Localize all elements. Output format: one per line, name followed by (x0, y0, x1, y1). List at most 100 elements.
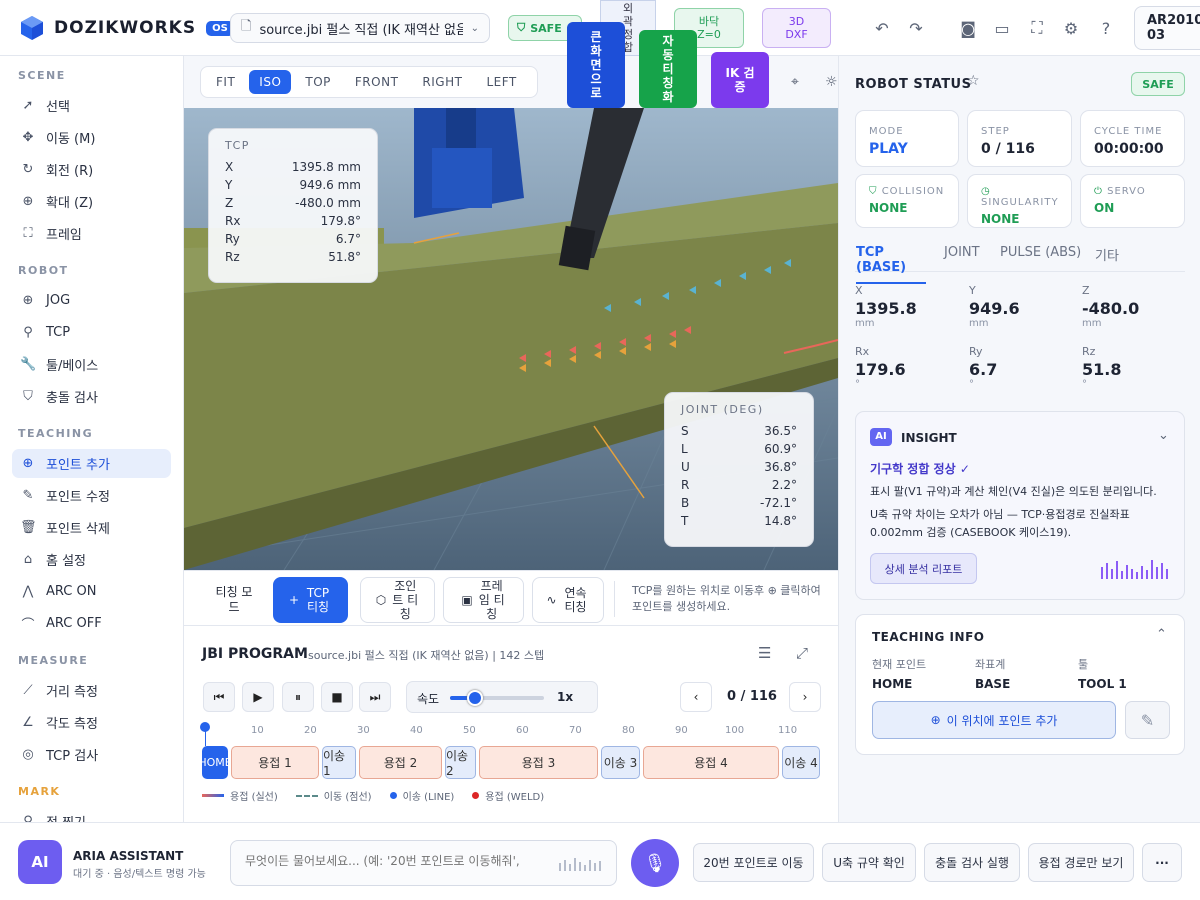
view-fit[interactable]: FIT (206, 70, 245, 94)
step-forward-button[interactable]: ⏭ (359, 682, 391, 712)
joint-row: U 36.8° (681, 458, 797, 476)
tab-pulse[interactable]: PULSE (ABS) (1000, 245, 1081, 260)
shield-check-icon: ⛉ (23, 389, 33, 404)
section-scene: SCENE (18, 69, 66, 82)
sidebar-item-tool-base[interactable]: 🔧 툴/베이스 (12, 350, 171, 379)
crosshair-icon[interactable]: ⌖ (791, 74, 799, 90)
sidebar-item-collision[interactable]: ⛉ 충돌 검사 (12, 382, 171, 411)
divider (614, 581, 615, 617)
view-left[interactable]: LEFT (476, 70, 526, 94)
edit-button[interactable]: ✎ (1125, 701, 1170, 739)
joint-teach-button[interactable]: ⬡ 조인트 티칭 (360, 577, 435, 623)
view-iso[interactable]: ISO (249, 70, 292, 94)
video-icon[interactable]: ▭ (989, 15, 1015, 41)
segment-weld-1[interactable]: 용접 1 (231, 746, 319, 779)
large-screen-button[interactable]: 큰화면으로 (567, 22, 625, 108)
expand-icon[interactable]: ⤢ (796, 644, 808, 662)
continuous-teach-button[interactable]: ∿ 연속 티칭 (532, 577, 604, 623)
tab-other[interactable]: 기타 (1095, 245, 1119, 264)
help-icon[interactable]: ? (1093, 15, 1119, 41)
stop-button[interactable]: ■ (321, 682, 353, 712)
segment-move-3[interactable]: 이송 3 (601, 746, 640, 779)
tcp-value: 6.7° (335, 232, 361, 246)
add-point-here-button[interactable]: ⊕ 이 위치에 포인트 추가 (872, 701, 1116, 739)
segment-move-2[interactable]: 이송 2 (445, 746, 476, 779)
sidebar-item-tcp[interactable]: ⚲ TCP (12, 318, 171, 347)
play-button[interactable]: ▶ (242, 682, 274, 712)
sidebar-item-distance[interactable]: ⟋ 거리 측정 (12, 676, 171, 705)
insight-card: AI INSIGHT ⌄ 기구학 정합 정상 ✓ 표시 팔(V1 규약)과 계산… (855, 411, 1185, 600)
sidebar-item-select[interactable]: ➚ 선택 (12, 91, 171, 120)
tcp-teach-button[interactable]: + TCP 티칭 (273, 577, 348, 623)
sidebar-item-edit-point[interactable]: ✎ 포인트 수정 (12, 481, 171, 510)
mode-card: MODE PLAY (855, 110, 959, 167)
tab-tcp-base[interactable]: TCP (BASE) (856, 245, 926, 284)
sidebar-item-mark-point[interactable]: ⚲ 점 찍기 (12, 807, 171, 822)
sidebar-item-home[interactable]: ⌂ 홈 설정 (12, 545, 171, 574)
coord-value: 6.7 (969, 360, 998, 379)
segment-weld-2[interactable]: 용접 2 (359, 746, 442, 779)
sidebar-item-add-point[interactable]: ⊕ 포인트 추가 (12, 449, 171, 478)
3d-dxf-button[interactable]: 3D DXF (762, 8, 831, 48)
undo-icon[interactable]: ↶ (869, 15, 895, 41)
sun-icon[interactable]: ☼ (825, 74, 838, 90)
segment-home[interactable]: HOME (202, 746, 228, 779)
coord-label: X (855, 284, 863, 297)
next-step-button[interactable]: › (789, 682, 821, 712)
prev-step-button[interactable]: ‹ (680, 682, 712, 712)
assistant-input-box[interactable] (230, 840, 617, 886)
assistant-input[interactable] (245, 854, 545, 868)
view-top[interactable]: TOP (295, 70, 341, 94)
segment-weld-4[interactable]: 용접 4 (643, 746, 779, 779)
gear-icon[interactable]: ⚙ (1058, 15, 1084, 41)
skip-start-button[interactable]: ⏮ (203, 682, 235, 712)
coord-label: Rz (1082, 345, 1096, 358)
quick-weld-path-button[interactable]: 용접 경로만 보기 (1028, 843, 1134, 882)
sidebar-item-move[interactable]: ✥ 이동 (M) (12, 123, 171, 152)
star-icon[interactable]: ☆ (967, 73, 980, 89)
sidebar-item-arc-off[interactable]: ⌒ ARC OFF (12, 609, 171, 638)
segment-move-4[interactable]: 이송 4 (782, 746, 820, 779)
segment-move-1[interactable]: 이송 1 (322, 746, 356, 779)
segment-weld-3[interactable]: 용접 3 (479, 746, 598, 779)
coord-value: -480.0 (1082, 299, 1140, 318)
quick-move-20-button[interactable]: 20번 포인트로 이동 (693, 843, 814, 882)
sidebar-item-delete-point[interactable]: 🗑 포인트 삭제 (12, 513, 171, 542)
sidebar-item-arc-on[interactable]: ⋀ ARC ON (12, 577, 171, 606)
speed-knob[interactable] (467, 690, 484, 706)
frame-teach-button[interactable]: ▣ 프레임 티칭 (443, 577, 524, 623)
quick-collision-button[interactable]: 충돌 검사 실행 (924, 843, 1020, 882)
chevron-up-icon[interactable]: ⌃ (1156, 627, 1167, 642)
view-front[interactable]: FRONT (345, 70, 409, 94)
tab-joint[interactable]: JOINT (944, 245, 980, 260)
3d-viewport[interactable]: TCP X 1395.8 mm Y 949.6 mm Z -480.0 mm Rx 17… (184, 108, 838, 570)
sidebar-item-jog[interactable]: ⊕ JOG (12, 286, 171, 315)
angle-icon: ∠ (22, 715, 34, 730)
more-button[interactable]: ··· (1142, 843, 1182, 882)
microphone-button[interactable]: 🎙 (631, 839, 679, 887)
robot-model-selector[interactable]: AR2010 03 (1134, 6, 1200, 50)
detail-report-button[interactable]: 상세 분석 리포트 (870, 553, 977, 584)
sidebar-item-angle[interactable]: ∠ 각도 측정 (12, 708, 171, 737)
sidebar-item-rotate[interactable]: ↻ 회전 (R) (12, 155, 171, 184)
file-selector[interactable]: 🗋 source.jbi 펄스 직접 (IK 재역산 없음) ⌄ (230, 13, 490, 43)
sidebar-item-tcp-check[interactable]: ◎ TCP 검사 (12, 740, 171, 769)
crosshair-icon: ⊕ (22, 293, 34, 308)
redo-icon[interactable]: ↷ (903, 15, 929, 41)
pause-button[interactable]: ⏸ (282, 682, 314, 712)
fullscreen-icon[interactable]: ⛶ (1024, 15, 1050, 41)
chevron-down-icon[interactable]: ⌄ (1158, 428, 1169, 443)
sidebar-item-frame[interactable]: ⛶ 프레임 (12, 219, 171, 248)
camera-icon[interactable]: ◙ (955, 15, 981, 41)
quick-u-axis-button[interactable]: U축 규약 확인 (822, 843, 916, 882)
list-icon[interactable]: ☰ (758, 644, 771, 662)
ik-verify-button[interactable]: IK 검증 (711, 52, 769, 108)
sidebar-item-label: 이동 (M) (46, 132, 96, 147)
view-right[interactable]: RIGHT (412, 70, 472, 94)
speed-track[interactable] (450, 690, 544, 706)
section-teaching: TEACHING (18, 427, 94, 440)
auto-teach-button[interactable]: 자동티칭화 (639, 30, 697, 108)
ik-verify-label: IK 검증 (725, 66, 755, 94)
playhead-knob[interactable] (200, 722, 210, 732)
sidebar-item-zoom[interactable]: ⊕ 확대 (Z) (12, 187, 171, 216)
